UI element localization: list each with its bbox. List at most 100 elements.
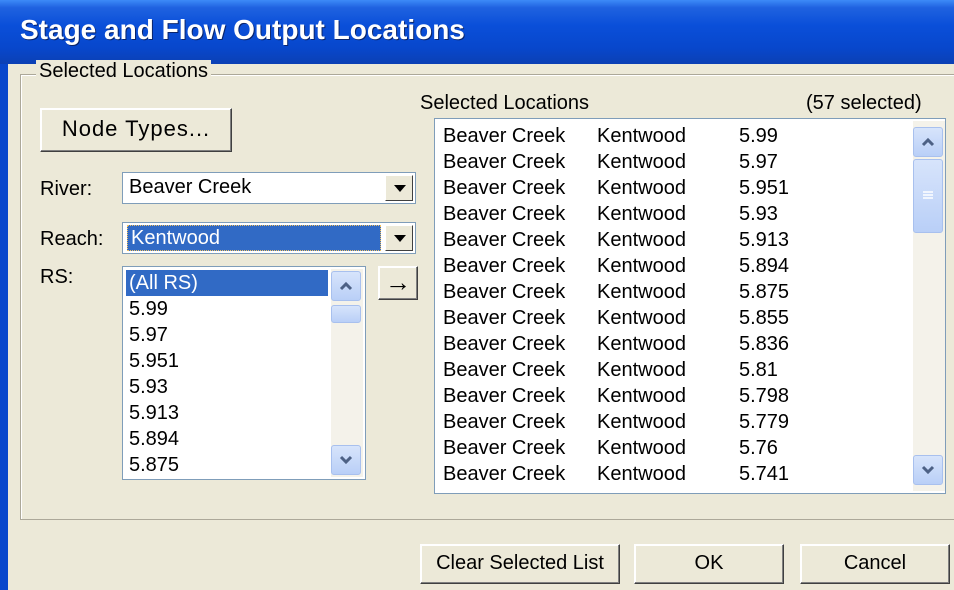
- rs-scrollbar[interactable]: [331, 269, 363, 477]
- reach-selected-value: Kentwood: [127, 225, 381, 251]
- scroll-thumb[interactable]: [331, 305, 361, 323]
- selected-row[interactable]: Beaver Creek Kentwood 5.76: [435, 435, 905, 461]
- reach-cell: Kentwood: [597, 333, 686, 355]
- selected-row[interactable]: Beaver Creek Kentwood 5.836: [435, 331, 905, 357]
- rs-list-item[interactable]: 5.93: [129, 374, 168, 400]
- rs-list-item[interactable]: 5.875: [129, 452, 179, 478]
- selected-row[interactable]: Beaver Creek Kentwood 5.93: [435, 201, 905, 227]
- river-cell: Beaver Creek: [443, 463, 566, 485]
- rs-list-item[interactable]: 5.913: [129, 400, 179, 426]
- clear-selected-list-button[interactable]: Clear Selected List: [420, 544, 620, 584]
- reach-cell: Kentwood: [597, 307, 686, 329]
- river-cell: Beaver Creek: [443, 385, 566, 407]
- selected-row[interactable]: Beaver Creek Kentwood 5.913: [435, 227, 905, 253]
- rs-cell: 5.97: [739, 151, 778, 173]
- reach-cell: Kentwood: [597, 177, 686, 199]
- rs-list-item[interactable]: 5.99: [129, 296, 168, 322]
- river-cell: Beaver Creek: [443, 437, 566, 459]
- rs-cell: 5.779: [739, 411, 790, 433]
- selected-row[interactable]: Beaver Creek Kentwood 5.855: [435, 305, 905, 331]
- scroll-down-button[interactable]: [913, 455, 943, 485]
- group-legend: Selected Locations: [36, 60, 212, 83]
- reach-label: Reach:: [40, 228, 104, 250]
- reach-cell: Kentwood: [597, 151, 686, 173]
- reach-cell: Kentwood: [597, 437, 686, 459]
- river-dropdown[interactable]: Beaver Creek: [122, 172, 416, 204]
- rs-list-item[interactable]: 5.894: [129, 426, 179, 452]
- rs-cell: 5.855: [739, 307, 790, 329]
- selected-row[interactable]: Beaver Creek Kentwood 5.741: [435, 461, 905, 487]
- reach-cell: Kentwood: [597, 229, 686, 251]
- grip-icon: [923, 191, 933, 199]
- reach-cell: Kentwood: [597, 203, 686, 225]
- arrow-right-icon: →: [385, 267, 411, 297]
- rs-list-item[interactable]: 5.951: [129, 348, 179, 374]
- selected-locations-list[interactable]: Beaver Creek Kentwood 5.99 Beaver Creek Kent…: [434, 118, 946, 494]
- river-cell: Beaver Creek: [443, 151, 566, 173]
- river-cell: Beaver Creek: [443, 203, 566, 225]
- chevron-down-icon: [921, 465, 935, 475]
- cancel-button[interactable]: Cancel: [800, 544, 950, 584]
- ok-button[interactable]: OK: [634, 544, 784, 584]
- selected-row[interactable]: Beaver Creek Kentwood 5.97: [435, 149, 905, 175]
- rs-cell: 5.741: [739, 463, 790, 485]
- reach-cell: Kentwood: [597, 125, 686, 147]
- river-cell: Beaver Creek: [443, 307, 566, 329]
- reach-cell: Kentwood: [597, 359, 686, 381]
- scroll-up-button[interactable]: [913, 127, 943, 157]
- title-bar[interactable]: Stage and Flow Output Locations: [0, 0, 954, 64]
- reach-cell: Kentwood: [597, 463, 686, 485]
- chevron-up-icon: [339, 281, 353, 291]
- river-cell: Beaver Creek: [443, 333, 566, 355]
- add-to-list-button[interactable]: →: [378, 266, 418, 300]
- selected-row[interactable]: Beaver Creek Kentwood 5.894: [435, 253, 905, 279]
- chevron-down-icon[interactable]: [385, 225, 413, 251]
- selected-row[interactable]: Beaver Creek Kentwood 5.951: [435, 175, 905, 201]
- reach-cell: Kentwood: [597, 411, 686, 433]
- river-cell: Beaver Creek: [443, 177, 566, 199]
- rs-cell: 5.913: [739, 229, 790, 251]
- rs-label: RS:: [40, 266, 74, 288]
- selected-list-scrollbar[interactable]: [913, 121, 945, 491]
- chevron-down-icon[interactable]: [385, 175, 413, 201]
- river-cell: Beaver Creek: [443, 125, 566, 147]
- selected-list-header: Selected Locations: [420, 92, 590, 114]
- scroll-down-button[interactable]: [331, 445, 361, 475]
- river-cell: Beaver Creek: [443, 229, 566, 251]
- rs-cell: 5.76: [739, 437, 778, 459]
- selected-row[interactable]: Beaver Creek Kentwood 5.798: [435, 383, 905, 409]
- rs-cell: 5.93: [739, 203, 778, 225]
- scroll-up-button[interactable]: [331, 271, 361, 301]
- scroll-thumb[interactable]: [913, 159, 943, 233]
- river-selected-value: Beaver Creek: [129, 176, 252, 198]
- rs-cell: 5.798: [739, 385, 790, 407]
- node-types-button[interactable]: Node Types...: [40, 108, 232, 152]
- chevron-up-icon: [921, 137, 935, 147]
- reach-dropdown[interactable]: Kentwood: [122, 222, 416, 254]
- selected-count: (57 selected): [806, 92, 922, 114]
- river-cell: Beaver Creek: [443, 255, 566, 277]
- reach-cell: Kentwood: [597, 255, 686, 277]
- rs-cell: 5.836: [739, 333, 790, 355]
- selected-row[interactable]: Beaver Creek Kentwood 5.875: [435, 279, 905, 305]
- river-cell: Beaver Creek: [443, 359, 566, 381]
- rs-list-item[interactable]: 5.97: [129, 322, 168, 348]
- selected-row[interactable]: Beaver Creek Kentwood 5.779: [435, 409, 905, 435]
- rs-cell: 5.81: [739, 359, 778, 381]
- window-title: Stage and Flow Output Locations: [20, 14, 465, 45]
- rs-list-item[interactable]: (All RS): [126, 270, 328, 296]
- rs-cell: 5.894: [739, 255, 790, 277]
- reach-cell: Kentwood: [597, 385, 686, 407]
- selected-row[interactable]: Beaver Creek Kentwood 5.81: [435, 357, 905, 383]
- rs-cell: 5.875: [739, 281, 790, 303]
- rs-listbox[interactable]: (All RS) 5.99 5.97 5.951 5.93 5.913 5.89…: [122, 266, 366, 480]
- window-frame-left: [0, 64, 8, 590]
- river-label: River:: [40, 178, 93, 200]
- rs-cell: 5.951: [739, 177, 790, 199]
- rs-cell: 5.99: [739, 125, 778, 147]
- chevron-down-icon: [339, 455, 353, 465]
- river-cell: Beaver Creek: [443, 411, 566, 433]
- river-cell: Beaver Creek: [443, 281, 566, 303]
- selected-row[interactable]: Beaver Creek Kentwood 5.99: [435, 123, 905, 149]
- reach-cell: Kentwood: [597, 281, 686, 303]
